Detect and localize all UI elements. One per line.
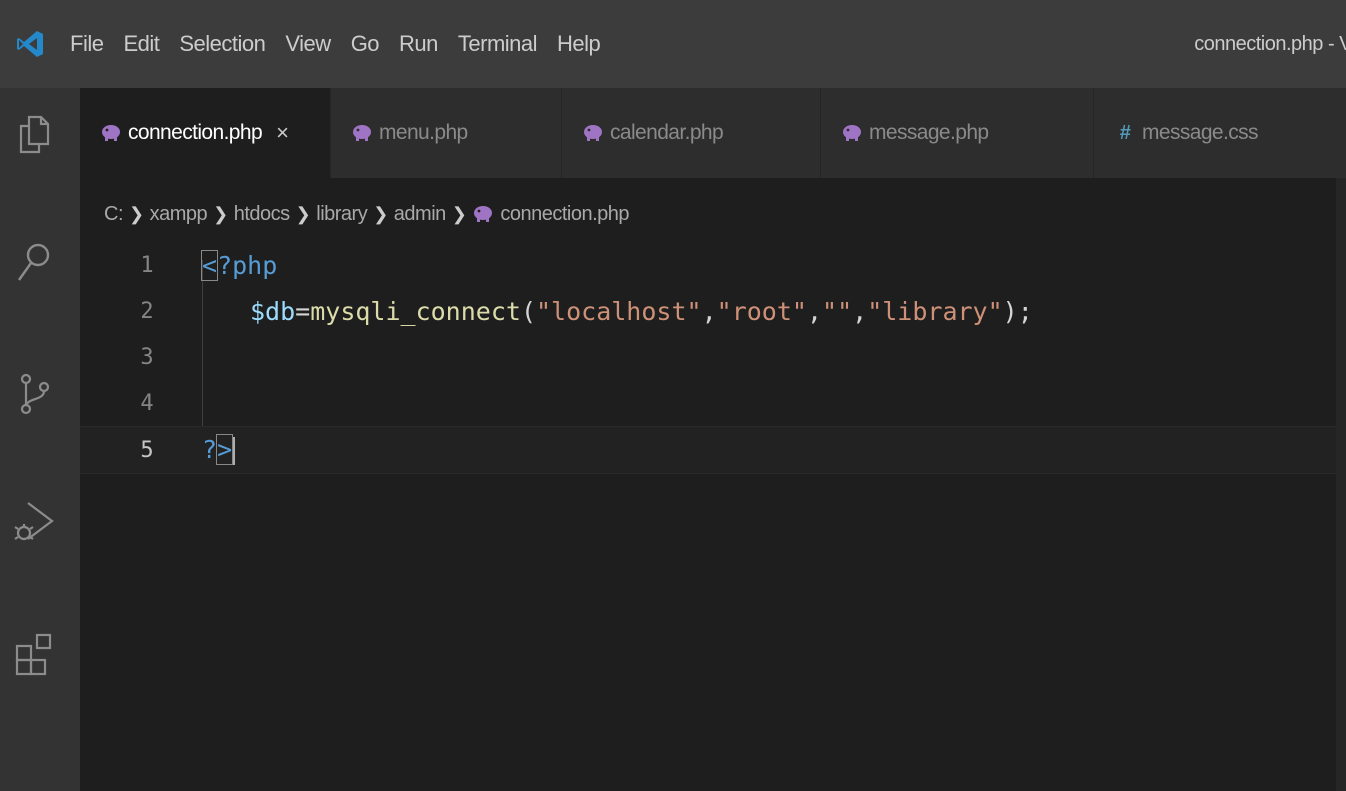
token-string: "library" bbox=[867, 296, 1003, 326]
menu-go[interactable]: Go bbox=[341, 31, 389, 57]
code-text: ?> bbox=[202, 434, 236, 465]
run-debug-icon[interactable] bbox=[10, 498, 58, 546]
token-string: "localhost" bbox=[536, 296, 702, 326]
token-comma: , bbox=[701, 296, 717, 326]
search-icon[interactable] bbox=[10, 238, 58, 286]
breadcrumb-item[interactable]: C: bbox=[104, 203, 124, 226]
title-bar: File Edit Selection View Go Run Terminal… bbox=[0, 0, 1346, 88]
menu-edit[interactable]: Edit bbox=[113, 31, 169, 57]
source-control-icon[interactable] bbox=[10, 370, 58, 418]
tab-label: message.php bbox=[869, 121, 989, 144]
code-text: <?php bbox=[200, 249, 278, 281]
activity-bar bbox=[0, 88, 80, 791]
token-paren: ); bbox=[1002, 296, 1033, 326]
php-elephant-icon bbox=[351, 122, 373, 144]
token-string: "root" bbox=[716, 296, 807, 326]
menu-file[interactable]: File bbox=[60, 31, 113, 57]
tab-label: calendar.php bbox=[610, 121, 724, 144]
code-line-5[interactable]: 5 ?> bbox=[80, 426, 1336, 474]
token-variable: $db bbox=[250, 296, 296, 326]
text-cursor bbox=[233, 437, 236, 465]
menu-terminal[interactable]: Terminal bbox=[448, 31, 547, 57]
bracket-match: > bbox=[216, 434, 234, 465]
editor-tabs: connection.php × menu.php calendar.php m… bbox=[80, 88, 1346, 178]
code-text: $db=mysqli_connect("localhost","root",""… bbox=[250, 297, 1033, 326]
code-line-1[interactable]: 1 <?php bbox=[80, 242, 1336, 288]
chevron-right-icon: ❯ bbox=[373, 203, 388, 224]
php-elephant-icon bbox=[472, 203, 494, 225]
bracket-match: < bbox=[200, 249, 219, 281]
tab-calendar-php[interactable]: calendar.php bbox=[562, 88, 821, 178]
window-title: connection.php - V bbox=[1194, 32, 1346, 55]
token-operator: = bbox=[295, 296, 311, 326]
line-number: 5 bbox=[140, 437, 154, 463]
explorer-icon[interactable] bbox=[10, 110, 58, 158]
code-editor[interactable]: 1 <?php 2 $db=mysqli_connect("localhost"… bbox=[80, 240, 1336, 791]
php-elephant-icon bbox=[841, 122, 863, 144]
breadcrumb-file[interactable]: connection.php bbox=[500, 203, 629, 226]
menu-selection[interactable]: Selection bbox=[169, 31, 275, 57]
tab-message-php[interactable]: message.php bbox=[821, 88, 1094, 178]
tab-connection-php[interactable]: connection.php × bbox=[80, 88, 331, 178]
line-number: 2 bbox=[140, 298, 154, 324]
breadcrumb-item[interactable]: xampp bbox=[150, 203, 208, 226]
php-elephant-icon bbox=[582, 122, 604, 144]
extensions-icon[interactable] bbox=[10, 630, 58, 678]
breadcrumb-item[interactable]: admin bbox=[394, 203, 446, 226]
menu-run[interactable]: Run bbox=[389, 31, 448, 57]
chevron-right-icon: ❯ bbox=[213, 203, 228, 224]
line-number: 3 bbox=[140, 344, 154, 370]
token-function: mysqli_connect bbox=[310, 296, 521, 326]
breadcrumb: C: ❯ xampp ❯ htdocs ❯ library ❯ admin ❯ … bbox=[104, 196, 630, 232]
tab-label: connection.php bbox=[128, 121, 263, 144]
chevron-right-icon: ❯ bbox=[129, 203, 144, 224]
breadcrumb-item[interactable]: library bbox=[316, 203, 367, 226]
token-comma: , bbox=[806, 296, 823, 326]
code-line-2[interactable]: 2 $db=mysqli_connect("localhost","root",… bbox=[80, 288, 1336, 334]
php-open-tag: ?php bbox=[217, 250, 278, 280]
token-comma: , bbox=[852, 296, 868, 326]
code-line-4[interactable]: 4 bbox=[80, 380, 1336, 426]
php-close-tag: ? bbox=[202, 435, 218, 464]
tab-menu-php[interactable]: menu.php bbox=[331, 88, 562, 178]
vscode-logo-icon bbox=[0, 0, 60, 88]
menu-bar: File Edit Selection View Go Run Terminal… bbox=[60, 31, 610, 57]
css-hash-icon: # bbox=[1119, 121, 1131, 144]
close-icon[interactable]: × bbox=[276, 120, 289, 146]
menu-view[interactable]: View bbox=[275, 31, 340, 57]
breadcrumb-item[interactable]: htdocs bbox=[234, 203, 290, 226]
token-string: "" bbox=[822, 296, 853, 326]
line-number: 4 bbox=[140, 390, 154, 416]
php-elephant-icon bbox=[100, 122, 122, 144]
token-paren: ( bbox=[520, 296, 536, 326]
line-number: 1 bbox=[140, 252, 154, 278]
chevron-right-icon: ❯ bbox=[451, 203, 467, 224]
tab-message-css[interactable]: # message.css bbox=[1094, 88, 1346, 178]
menu-help[interactable]: Help bbox=[547, 31, 610, 57]
tab-label: menu.php bbox=[379, 121, 468, 144]
scrollbar-track[interactable] bbox=[1336, 178, 1346, 791]
code-line-3[interactable]: 3 bbox=[80, 334, 1336, 380]
tab-label: message.css bbox=[1142, 121, 1259, 144]
chevron-right-icon: ❯ bbox=[295, 203, 311, 224]
